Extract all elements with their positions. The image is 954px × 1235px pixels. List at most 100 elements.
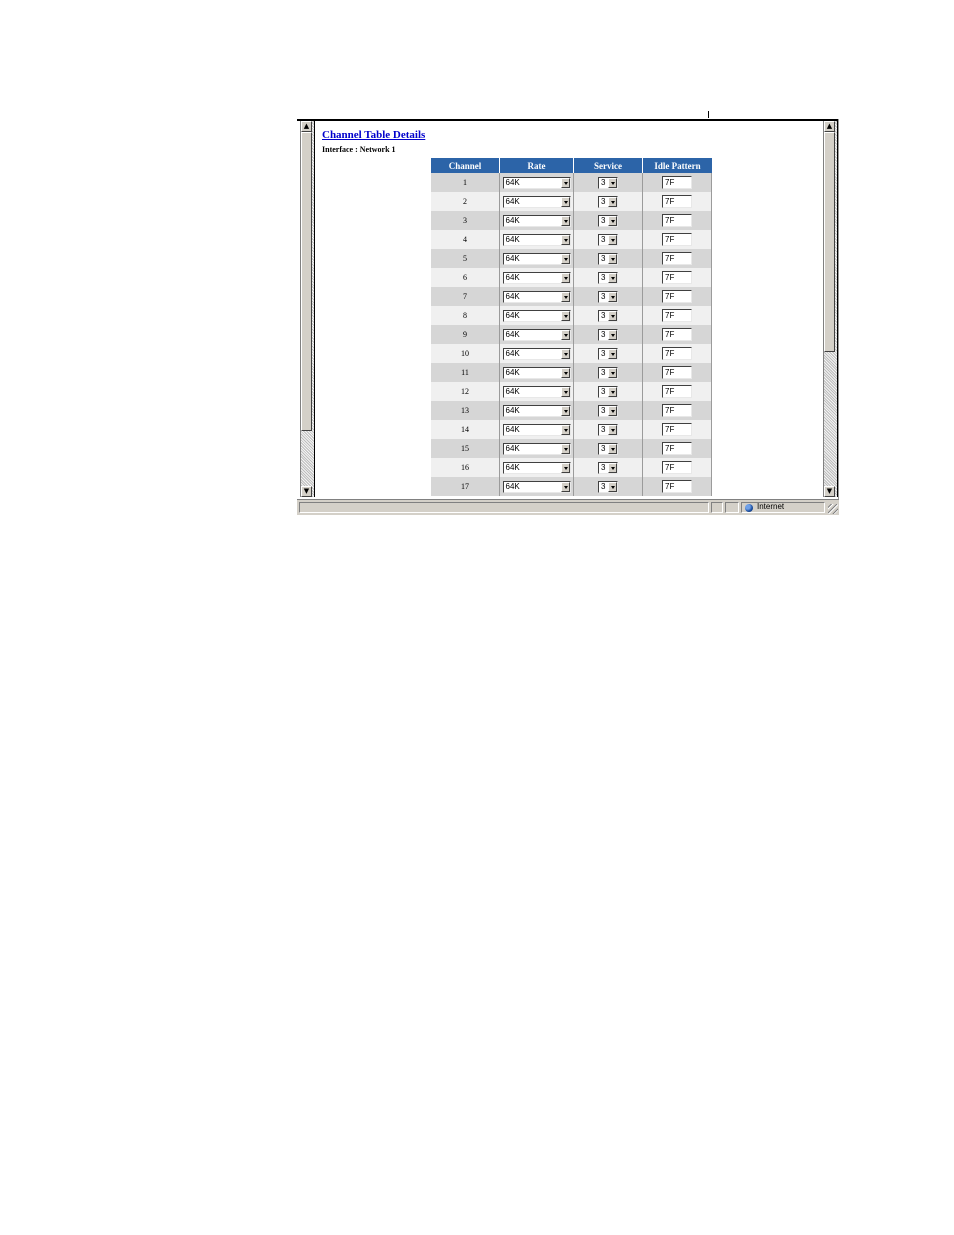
service-value: 3 [601,272,606,282]
service-select[interactable]: 3 [598,290,618,303]
rate-select[interactable]: 64K [502,328,571,341]
chevron-down-icon[interactable] [608,348,617,359]
chevron-down-icon[interactable] [560,348,570,359]
idle-pattern-input[interactable]: 7F [662,423,692,436]
rate-select[interactable]: 64K [502,271,571,284]
left-scroll-up-arrow-icon[interactable]: ▲ [301,121,312,132]
chevron-down-icon[interactable] [560,367,570,378]
idle-pattern-input[interactable]: 7F [662,366,692,379]
resize-grip-icon[interactable] [828,504,838,514]
chevron-down-icon[interactable] [560,234,570,245]
chevron-down-icon[interactable] [560,272,570,283]
service-select[interactable]: 3 [598,385,618,398]
service-select[interactable]: 3 [598,480,618,493]
idle-pattern-input[interactable]: 7F [662,442,692,455]
idle-pattern-input[interactable]: 7F [662,309,692,322]
chevron-down-icon[interactable] [608,272,617,283]
chevron-down-icon[interactable] [608,386,617,397]
chevron-down-icon[interactable] [608,215,617,226]
rate-select[interactable]: 64K [502,347,571,360]
right-scrollbar[interactable]: ▲ ▼ [823,121,838,497]
right-scroll-thumb[interactable] [824,132,835,352]
chevron-down-icon[interactable] [608,367,617,378]
rate-select[interactable]: 64K [502,290,571,303]
chevron-down-icon[interactable] [560,481,570,492]
service-select[interactable]: 3 [598,423,618,436]
rate-select[interactable]: 64K [502,480,571,493]
service-select[interactable]: 3 [598,328,618,341]
service-select[interactable]: 3 [598,366,618,379]
chevron-down-icon[interactable] [608,443,617,454]
left-scroll-thumb[interactable] [301,132,312,431]
channel-number: 10 [431,344,500,363]
service-select[interactable]: 3 [598,461,618,474]
chevron-down-icon[interactable] [560,310,570,321]
idle-pattern-input[interactable]: 7F [662,176,692,189]
chevron-down-icon[interactable] [608,196,617,207]
idle-pattern-input[interactable]: 7F [662,347,692,360]
right-scroll-down-arrow-icon[interactable]: ▼ [824,486,835,497]
chevron-down-icon[interactable] [608,234,617,245]
right-scroll-up-arrow-icon[interactable]: ▲ [824,121,835,132]
service-select[interactable]: 3 [598,404,618,417]
rate-select[interactable]: 64K [502,176,571,189]
chevron-down-icon[interactable] [608,253,617,264]
rate-select[interactable]: 64K [502,252,571,265]
idle-pattern-input[interactable]: 7F [662,252,692,265]
chevron-down-icon[interactable] [560,405,570,416]
idle-pattern-input[interactable]: 7F [662,195,692,208]
idle-pattern-input[interactable]: 7F [662,290,692,303]
idle-pattern-input[interactable]: 7F [662,214,692,227]
chevron-down-icon[interactable] [560,177,570,188]
idle-pattern-input[interactable]: 7F [662,480,692,493]
left-scrollbar[interactable]: ▲ ▼ [300,121,315,497]
rate-select[interactable]: 64K [502,461,571,474]
service-select[interactable]: 3 [598,271,618,284]
chevron-down-icon[interactable] [608,329,617,340]
rate-select[interactable]: 64K [502,309,571,322]
service-select[interactable]: 3 [598,214,618,227]
rate-value: 64K [505,329,520,339]
idle-pattern-input[interactable]: 7F [662,461,692,474]
chevron-down-icon[interactable] [560,462,570,473]
service-select[interactable]: 3 [598,195,618,208]
chevron-down-icon[interactable] [608,462,617,473]
chevron-down-icon[interactable] [560,386,570,397]
chevron-down-icon[interactable] [608,424,617,435]
left-scroll-down-arrow-icon[interactable]: ▼ [301,486,312,497]
chevron-down-icon[interactable] [560,443,570,454]
chevron-down-icon[interactable] [608,177,617,188]
chevron-down-icon[interactable] [560,291,570,302]
rate-select[interactable]: 64K [502,233,571,246]
chevron-down-icon[interactable] [608,481,617,492]
chevron-down-icon[interactable] [560,329,570,340]
idle-pattern-input[interactable]: 7F [662,271,692,284]
rate-select[interactable]: 64K [502,423,571,436]
channel-number: 5 [431,249,500,268]
rate-select[interactable]: 64K [502,214,571,227]
rate-select[interactable]: 64K [502,195,571,208]
idle-pattern-input[interactable]: 7F [662,233,692,246]
chevron-down-icon[interactable] [608,310,617,321]
service-select[interactable]: 3 [598,442,618,455]
idle-pattern-input[interactable]: 7F [662,385,692,398]
rate-select[interactable]: 64K [502,404,571,417]
chevron-down-icon[interactable] [608,291,617,302]
chevron-down-icon[interactable] [560,253,570,264]
page-title-link[interactable]: Channel Table Details [322,129,425,141]
service-select[interactable]: 3 [598,347,618,360]
idle-pattern-input[interactable]: 7F [662,404,692,417]
service-select[interactable]: 3 [598,233,618,246]
service-select[interactable]: 3 [598,309,618,322]
idle-pattern-input[interactable]: 7F [662,328,692,341]
chevron-down-icon[interactable] [560,424,570,435]
idle-pattern-cell: 7F [643,306,712,325]
chevron-down-icon[interactable] [608,405,617,416]
service-select[interactable]: 3 [598,176,618,189]
rate-select[interactable]: 64K [502,366,571,379]
chevron-down-icon[interactable] [560,215,570,226]
rate-select[interactable]: 64K [502,385,571,398]
service-select[interactable]: 3 [598,252,618,265]
chevron-down-icon[interactable] [560,196,570,207]
rate-select[interactable]: 64K [502,442,571,455]
